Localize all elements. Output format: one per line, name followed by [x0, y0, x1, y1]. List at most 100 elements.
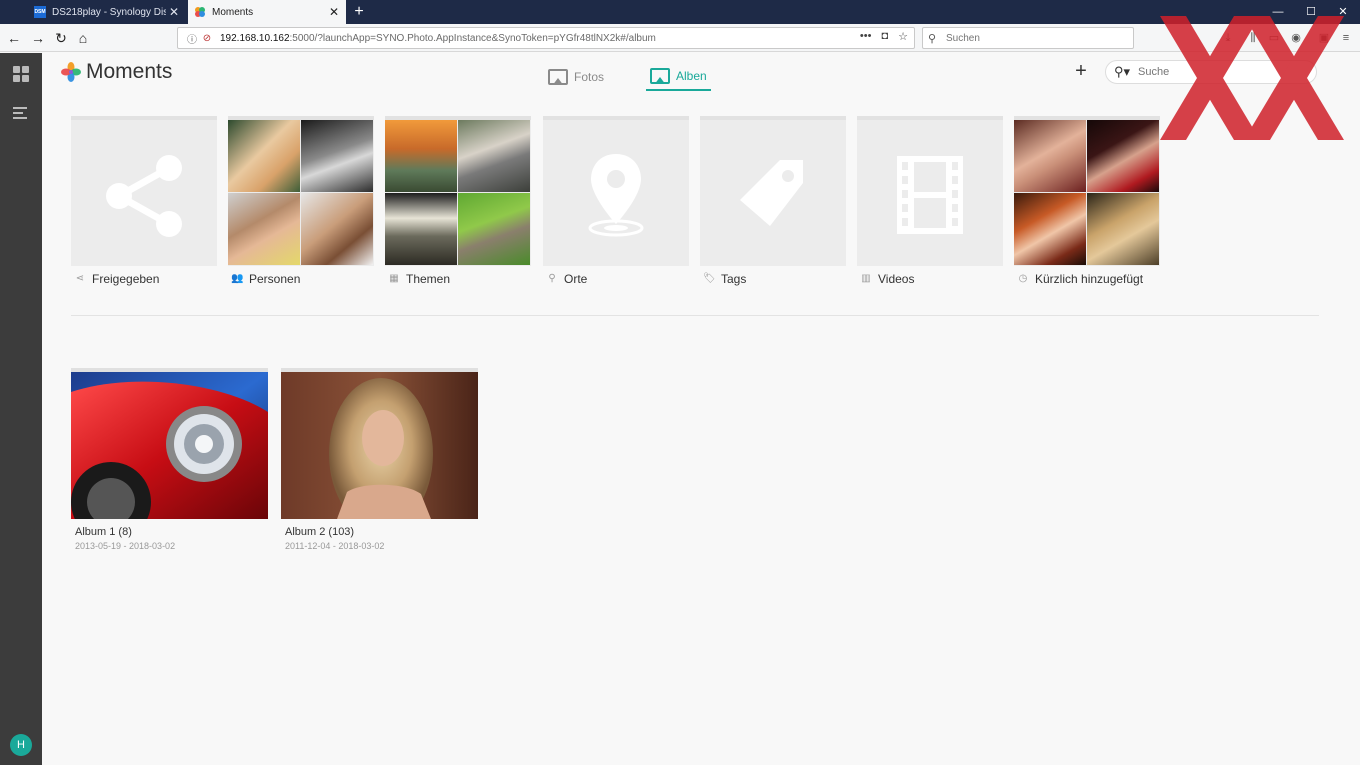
theme-photo: [458, 193, 530, 265]
back-icon[interactable]: ←: [3, 27, 25, 49]
close-tab-icon[interactable]: ✕: [166, 5, 182, 19]
album-name: Album 1 (8): [75, 526, 132, 538]
tab-fotos[interactable]: Fotos: [548, 63, 604, 91]
category-thumb: [71, 116, 217, 266]
recent-photo: [1014, 120, 1086, 192]
album-cover: [281, 368, 478, 519]
browser-tab-dsm[interactable]: DSM DS218play - Synology DiskStati ✕: [28, 0, 186, 24]
browser-nav-bar: ← → ↻ ⌂ ⓘ ⊘ 192.168.10.162 :5000/?launch…: [0, 24, 1360, 52]
person-photo: [301, 120, 373, 192]
dsm-favicon-icon: DSM: [34, 6, 46, 18]
theme-photo: [385, 120, 457, 192]
category-label: Themen: [406, 272, 451, 286]
category-thumb: [857, 116, 1003, 266]
url-bar[interactable]: ⓘ ⊘ 192.168.10.162 :5000/?launchApp=SYNO…: [177, 27, 915, 49]
category-label: Tags: [721, 272, 747, 286]
theme-photo: [385, 193, 457, 265]
recent-photo: [1014, 193, 1086, 265]
browser-search-box[interactable]: ⚲: [922, 27, 1134, 49]
new-tab-button[interactable]: +: [350, 2, 368, 22]
category-label: Personen: [249, 272, 301, 286]
browser-tab-title: DS218play - Synology DiskStati: [52, 6, 166, 18]
recent-photo: [1087, 120, 1159, 192]
app-title: Moments: [86, 60, 173, 83]
app-search-input[interactable]: [1138, 66, 1288, 78]
browser-tab-title: Moments: [212, 6, 254, 18]
close-window-icon[interactable]: ✕: [1326, 0, 1360, 24]
album-card-1[interactable]: Album 1 (8) 2013-05-19 - 2018-03-02: [71, 368, 268, 551]
category-card-themen[interactable]: ▦ Themen: [385, 116, 531, 286]
pocket-icon[interactable]: ◘: [881, 30, 888, 43]
category-label: Orte: [564, 272, 588, 286]
category-thumb: [700, 116, 846, 266]
category-label: Kürzlich hinzugefügt: [1035, 272, 1144, 286]
tag-icon: 🏷: [703, 273, 716, 284]
browser-tab-moments[interactable]: Moments ✕: [188, 0, 346, 24]
insecure-lock-icon[interactable]: ⊘: [200, 33, 214, 44]
url-path: :5000/?launchApp=SYNO.Photo.AppInstance&…: [289, 32, 656, 44]
reload-icon[interactable]: ↻: [50, 27, 72, 49]
share-icon: [106, 155, 182, 237]
info-icon[interactable]: ⓘ: [184, 31, 200, 46]
category-label: Videos: [878, 272, 915, 286]
album-cover: [71, 368, 268, 519]
image-icon: [548, 69, 568, 85]
album-dates: 2013-05-19 - 2018-03-02: [75, 541, 176, 551]
theme-photo: [458, 120, 530, 192]
people-icon: 👥: [231, 273, 244, 284]
tag-icon: [740, 160, 803, 226]
category-card-freigegeben[interactable]: ⋖ Freigegeben: [71, 116, 217, 286]
extension-icon[interactable]: ◉: [1288, 30, 1304, 46]
person-photo: [301, 193, 373, 265]
close-tab-icon[interactable]: ✕: [326, 5, 342, 19]
category-card-kuerzlich[interactable]: ◷ Kürzlich hinzugefügt: [1014, 116, 1160, 286]
moments-favicon-icon: [195, 7, 205, 17]
themes-icon: ▦: [389, 273, 399, 284]
sidebar-toggle-icon[interactable]: ▭: [1266, 30, 1282, 46]
category-label: Freigegeben: [92, 272, 160, 286]
category-card-tags[interactable]: 🏷 Tags: [700, 116, 846, 286]
category-thumb: [1014, 116, 1160, 266]
addon-badge-icon[interactable]: ▣: [1316, 30, 1332, 46]
home-icon[interactable]: ⌂: [72, 27, 94, 49]
app-search-box[interactable]: ⚲▾: [1105, 60, 1317, 84]
dashboard-icon[interactable]: [13, 66, 29, 82]
category-card-personen[interactable]: 👥 Personen: [228, 116, 374, 286]
library-icon[interactable]: ⫼: [1245, 30, 1261, 46]
album-dates: 2011-12-04 - 2018-03-02: [285, 541, 385, 551]
film-icon: [897, 156, 963, 234]
moments-logo-icon: [61, 62, 81, 82]
search-icon: ⚲: [928, 32, 937, 45]
location-pin-icon: ⚲: [548, 273, 556, 284]
search-dropdown-icon[interactable]: ⚲▾: [1114, 64, 1138, 80]
left-rail: H: [0, 53, 42, 765]
category-thumb: [385, 116, 531, 266]
list-icon[interactable]: [13, 107, 29, 123]
download-icon[interactable]: ⤓: [1220, 30, 1236, 46]
category-card-orte[interactable]: ⚲ Orte: [543, 116, 689, 286]
tab-alben[interactable]: Alben: [646, 63, 711, 91]
menu-icon[interactable]: ≡: [1338, 30, 1354, 46]
avatar[interactable]: H: [10, 734, 32, 756]
category-thumb: [228, 116, 374, 266]
location-pin-icon: [588, 154, 644, 237]
browser-search-input[interactable]: [946, 32, 1133, 44]
browser-tab-bar: DSM DS218play - Synology DiskStati ✕ Mom…: [0, 0, 1360, 24]
album-card-2[interactable]: Album 2 (103) 2011-12-04 - 2018-03-02: [281, 368, 478, 551]
tab-alben-label: Alben: [676, 69, 707, 83]
category-thumb: [543, 116, 689, 266]
bookmark-star-icon[interactable]: ☆: [898, 30, 908, 43]
album-icon: [650, 68, 670, 84]
forward-icon[interactable]: →: [27, 27, 49, 49]
category-card-videos[interactable]: ▥ Videos: [857, 116, 1003, 286]
album-name: Album 2 (103): [285, 526, 355, 538]
add-button[interactable]: +: [1073, 60, 1089, 83]
person-photo: [228, 193, 300, 265]
share-icon: ⋖: [75, 273, 85, 284]
tab-fotos-label: Fotos: [574, 70, 605, 84]
maximize-window-icon[interactable]: ☐: [1294, 0, 1328, 24]
section-divider: [71, 315, 1319, 316]
recent-photo: [1087, 193, 1159, 265]
page-actions-icon[interactable]: •••: [860, 30, 872, 43]
minimize-window-icon[interactable]: —: [1261, 0, 1295, 24]
